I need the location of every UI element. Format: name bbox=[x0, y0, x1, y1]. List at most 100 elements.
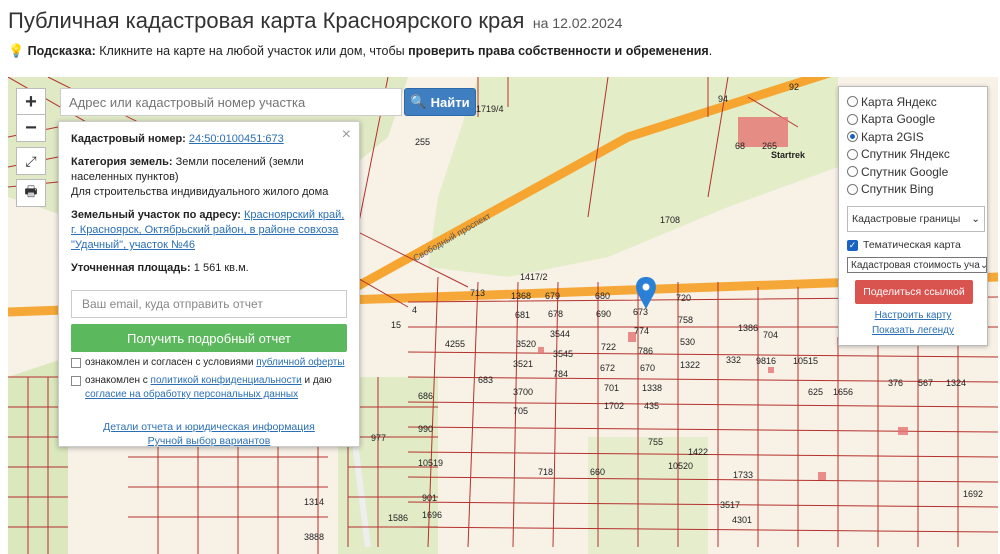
land-use-value: Для строительства индивидуального жилого… bbox=[71, 186, 329, 198]
fullscreen-button[interactable]: ⤢ bbox=[16, 147, 46, 175]
parcel-label: 3888 bbox=[304, 532, 325, 542]
map-layers-panel: Карта Яндекс Карта Google Карта 2GIS Спу… bbox=[838, 86, 988, 346]
parcel-label: 9816 bbox=[756, 356, 777, 366]
radio-button[interactable] bbox=[847, 96, 858, 108]
radio-button[interactable] bbox=[847, 183, 858, 195]
parcel-label: 10515 bbox=[793, 356, 819, 366]
parcel-label: 1422 bbox=[688, 447, 709, 457]
parcel-label: 1314 bbox=[304, 497, 325, 507]
parcel-label: 679 bbox=[545, 291, 561, 301]
parcel-label: 660 bbox=[590, 467, 606, 477]
zoom-out-button[interactable]: − bbox=[16, 114, 46, 142]
layer-label: Карта Google bbox=[861, 112, 936, 127]
hint-end: . bbox=[708, 44, 713, 58]
parcel-label: 15 bbox=[391, 320, 402, 330]
popup-footer-links: Детали отчета и юридическая информация Р… bbox=[71, 420, 347, 448]
close-popup-button[interactable]: × bbox=[342, 126, 351, 144]
consent-privacy-row[interactable]: ознакомлен с политикой конфиденциальност… bbox=[71, 374, 347, 402]
radio-button[interactable] bbox=[847, 113, 858, 125]
search-icon: 🔍 bbox=[410, 94, 427, 109]
parcel-label: 901 bbox=[422, 493, 438, 503]
parcel-label: 683 bbox=[478, 375, 494, 385]
thematic-map-label: Тематическая карта bbox=[863, 239, 961, 251]
share-link-button[interactable]: Поделиться ссылкой bbox=[855, 280, 973, 304]
parcel-label: 4301 bbox=[732, 515, 753, 525]
parcel-label: 1696 bbox=[422, 510, 443, 520]
layer-label: Карта Яндекс bbox=[861, 94, 937, 109]
search-input[interactable] bbox=[60, 88, 402, 116]
personal-data-consent-link[interactable]: согласие на обработку персональных данны… bbox=[85, 389, 298, 400]
parcel-label: 1733 bbox=[733, 470, 754, 480]
email-field[interactable]: Ваш email, куда отправить отчет bbox=[71, 290, 347, 318]
parcel-label: 10519 bbox=[418, 458, 444, 468]
search-button-label: Найти bbox=[430, 94, 470, 110]
printer-icon: 🖶 bbox=[24, 183, 38, 199]
parcel-label: 435 bbox=[644, 401, 660, 411]
area-label: Уточненная площадь: bbox=[71, 262, 191, 274]
parcel-label: 1708 bbox=[660, 215, 681, 225]
get-report-button[interactable]: Получить подробный отчет bbox=[71, 324, 347, 352]
parcel-label: 755 bbox=[648, 437, 664, 447]
chevron-down-icon: ⌄ bbox=[971, 213, 980, 225]
parcel-label: 784 bbox=[553, 369, 569, 379]
layer-option[interactable]: Спутник Bing bbox=[847, 181, 979, 199]
chevron-down-icon: ⌄ bbox=[980, 260, 986, 271]
layer-option[interactable]: Карта Яндекс bbox=[847, 93, 979, 111]
thematic-select[interactable]: Кадастровая стоимость уча ⌄ bbox=[847, 257, 987, 273]
print-button[interactable]: 🖶 bbox=[16, 179, 46, 207]
boundaries-select-value: Кадастровые границы bbox=[852, 213, 961, 225]
zoom-in-button[interactable]: + bbox=[16, 88, 46, 116]
parcel-label: 977 bbox=[371, 433, 387, 443]
parcel-label: 758 bbox=[678, 315, 694, 325]
hint-text: Кликните на карте на любой участок или д… bbox=[95, 44, 409, 58]
consent-privacy-checkbox[interactable] bbox=[71, 376, 81, 386]
thematic-map-checkbox[interactable]: ✓ bbox=[847, 239, 858, 251]
parcel-label: 92 bbox=[789, 82, 800, 92]
address-row: Земельный участок по адресу: Красноярски… bbox=[71, 208, 347, 253]
layer-option[interactable]: Спутник Яндекс bbox=[847, 146, 979, 164]
parcel-label: 4 bbox=[412, 305, 418, 315]
parcel-label: 713 bbox=[470, 288, 486, 298]
parcel-label-selected[interactable]: 673 bbox=[633, 307, 648, 317]
configure-map-link[interactable]: Настроить карту bbox=[847, 310, 979, 321]
cadastral-label: Кадастровый номер: bbox=[71, 133, 186, 145]
page-header: Публичная кадастровая карта Красноярског… bbox=[8, 8, 622, 34]
parcel-label: 255 bbox=[415, 137, 431, 147]
parcel-label: 567 bbox=[918, 378, 934, 388]
area-value: 1 561 кв.м. bbox=[193, 262, 249, 274]
privacy-policy-link[interactable]: политикой конфиденциальности bbox=[151, 375, 302, 386]
category-row: Категория земель: Земли поселений (земли… bbox=[71, 155, 347, 200]
cadastral-number-link[interactable]: 24:50:0100451:673 bbox=[189, 133, 284, 145]
consent-offer-row[interactable]: ознакомлен и согласен с условиями публич… bbox=[71, 356, 347, 370]
radio-button[interactable] bbox=[847, 166, 858, 178]
layer-option[interactable]: Карта Google bbox=[847, 111, 979, 129]
parcel-label: 681 bbox=[515, 310, 531, 320]
parcel-label: 10520 bbox=[668, 461, 694, 471]
parcel-label: 1702 bbox=[604, 401, 625, 411]
search-button[interactable]: 🔍 Найти bbox=[404, 88, 476, 116]
hint-label: Подсказка: bbox=[27, 44, 96, 58]
parcel-label: 705 bbox=[513, 406, 529, 416]
parcel-label: 680 bbox=[595, 291, 611, 301]
show-legend-link[interactable]: Показать легенду bbox=[847, 325, 979, 336]
consent-offer-checkbox[interactable] bbox=[71, 358, 81, 368]
parcel-label: 672 bbox=[600, 363, 616, 373]
layer-option[interactable]: Карта 2GIS bbox=[847, 128, 979, 146]
manual-selection-link[interactable]: Ручной выбор вариантов bbox=[71, 434, 347, 448]
cadastral-map[interactable]: 1719/4 94 92 255 68 265 Startrek 1708 Св… bbox=[8, 77, 998, 554]
parcel-label: 332 bbox=[726, 355, 742, 365]
radio-button[interactable] bbox=[847, 148, 858, 160]
public-offer-link[interactable]: публичной оферты bbox=[256, 357, 344, 368]
layer-option[interactable]: Спутник Google bbox=[847, 163, 979, 181]
thematic-map-toggle[interactable]: ✓ Тематическая карта bbox=[847, 239, 979, 251]
boundaries-select[interactable]: Кадастровые границы ⌄ bbox=[847, 206, 985, 232]
report-details-link[interactable]: Детали отчета и юридическая информация bbox=[71, 420, 347, 434]
parcel-label: 701 bbox=[604, 383, 620, 393]
hint-bold-text: проверить права собственности и обремене… bbox=[408, 44, 709, 58]
parcel-label: 625 bbox=[808, 387, 824, 397]
lightbulb-icon: 💡 bbox=[8, 43, 25, 58]
parcel-label: 718 bbox=[538, 467, 554, 477]
parcel-label: 530 bbox=[680, 337, 696, 347]
radio-button-selected[interactable] bbox=[847, 131, 858, 143]
parcel-label: 678 bbox=[548, 309, 564, 319]
